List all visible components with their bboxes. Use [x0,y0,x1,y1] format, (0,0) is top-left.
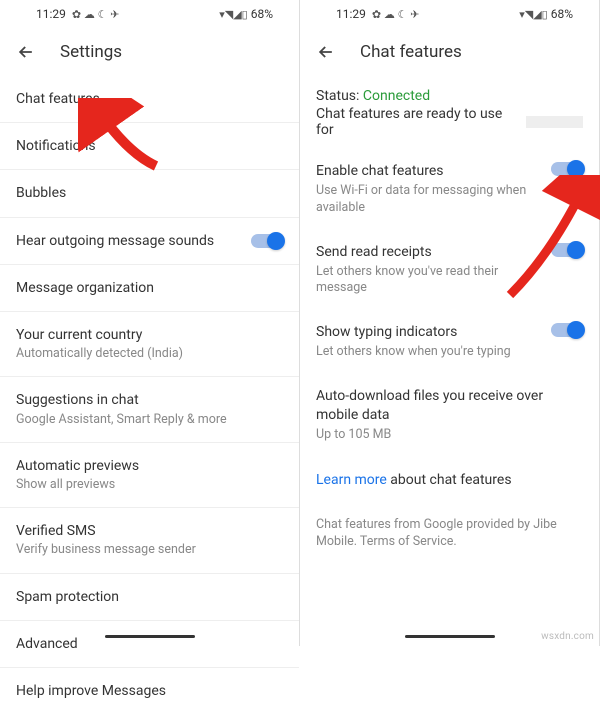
back-icon[interactable] [16,42,36,62]
footer-note: Chat features from Google provided by Ji… [300,502,599,565]
row-read-receipts[interactable]: Send read receipts Let others know you've… [300,231,599,312]
toggle-typing-indicators[interactable] [551,323,583,337]
row-typing-indicators[interactable]: Show typing indicators Let others know wh… [300,311,599,375]
row-notifications[interactable]: Notifications [0,123,299,170]
status-notif-icons: ✿ ☁ ☾ ✈ [372,8,419,21]
row-help-improve[interactable]: Help improve Messages [0,668,299,714]
learn-more-rest: about chat features [387,472,512,488]
row-current-country[interactable]: Your current country Automatically detect… [0,312,299,377]
row-automatic-previews[interactable]: Automatic previews Show all previews [0,443,299,508]
row-title: Auto-download files you receive over mob… [316,387,583,425]
status-ready-text: Chat features are ready to use for [316,106,522,138]
row-title: Your current country [16,326,283,344]
row-title: Bubbles [16,184,283,202]
status-wifi-icon: ▾◥◢▯ [219,8,248,21]
row-auto-download[interactable]: Auto-download files you receive over mob… [300,375,599,458]
status-battery: 68% [251,7,273,21]
appbar: Settings [0,28,299,76]
toggle-enable-chat[interactable] [551,162,583,176]
phone-right: 11:29 ✿ ☁ ☾ ✈ ▾◥◢▯ 68% Chat features Sta… [300,0,600,646]
row-title: Hear outgoing message sounds [16,232,239,250]
row-suggestions-chat[interactable]: Suggestions in chat Google Assistant, Sma… [0,377,299,442]
row-title: Spam protection [16,588,283,606]
gesture-navbar[interactable] [0,626,299,646]
status-notif-icons: ✿ ☁ ☾ ✈ [72,8,119,21]
row-title: Automatic previews [16,457,283,475]
settings-list: Chat features Notifications Bubbles Hear… [0,76,299,714]
status-block: Status: Connected Chat features are read… [300,76,599,150]
status-label: Status: [316,88,359,104]
row-sub: Let others know you've read their messag… [316,264,537,298]
row-chat-features[interactable]: Chat features [0,76,299,123]
appbar: Chat features [300,28,599,76]
row-outgoing-sounds[interactable]: Hear outgoing message sounds [0,218,299,265]
page-title: Settings [60,42,122,62]
row-sub: Google Assistant, Smart Reply & more [16,412,283,428]
toggle-read-receipts[interactable] [551,243,583,257]
row-sub: Automatically detected (India) [16,346,283,362]
row-title: Help improve Messages [16,682,283,700]
toggle-outgoing-sounds[interactable] [251,234,283,248]
status-time: 11:29 [36,7,66,21]
row-sub: Verify business message sender [16,542,283,558]
status-time: 11:29 [336,7,366,21]
row-title: Chat features [16,90,283,108]
row-verified-sms[interactable]: Verified SMS Verify business message send… [0,508,299,573]
status-battery: 68% [551,7,573,21]
row-title: Enable chat features [316,162,537,181]
row-title: Suggestions in chat [16,391,283,409]
watermark: wsxdn.com [541,631,594,642]
statusbar: 11:29 ✿ ☁ ☾ ✈ ▾◥◢▯ 68% [0,0,299,28]
status-wifi-icon: ▾◥◢▯ [519,8,548,21]
row-spam-protection[interactable]: Spam protection [0,574,299,621]
row-title: Verified SMS [16,522,283,540]
row-message-organization[interactable]: Message organization [0,265,299,312]
redacted-phone-number [526,116,583,128]
learn-more-line: Learn more about chat features [300,458,599,502]
row-title: Notifications [16,137,283,155]
row-title: Send read receipts [316,243,537,262]
back-icon[interactable] [316,42,336,62]
status-value: Connected [363,88,430,104]
phone-left: 11:29 ✿ ☁ ☾ ✈ ▾◥◢▯ 68% Settings Chat fea… [0,0,300,646]
row-enable-chat-features[interactable]: Enable chat features Use Wi-Fi or data fo… [300,150,599,231]
page-title: Chat features [360,42,462,62]
row-sub: Show all previews [16,477,283,493]
row-title: Show typing indicators [316,323,537,342]
row-sub: Use Wi-Fi or data for messaging when ava… [316,183,537,217]
row-sub: Up to 105 MB [316,427,583,444]
row-bubbles[interactable]: Bubbles [0,170,299,217]
row-title: Message organization [16,279,283,297]
row-sub: Let others know when you're typing [316,344,537,361]
statusbar: 11:29 ✿ ☁ ☾ ✈ ▾◥◢▯ 68% [300,0,599,28]
learn-more-link[interactable]: Learn more [316,472,387,488]
